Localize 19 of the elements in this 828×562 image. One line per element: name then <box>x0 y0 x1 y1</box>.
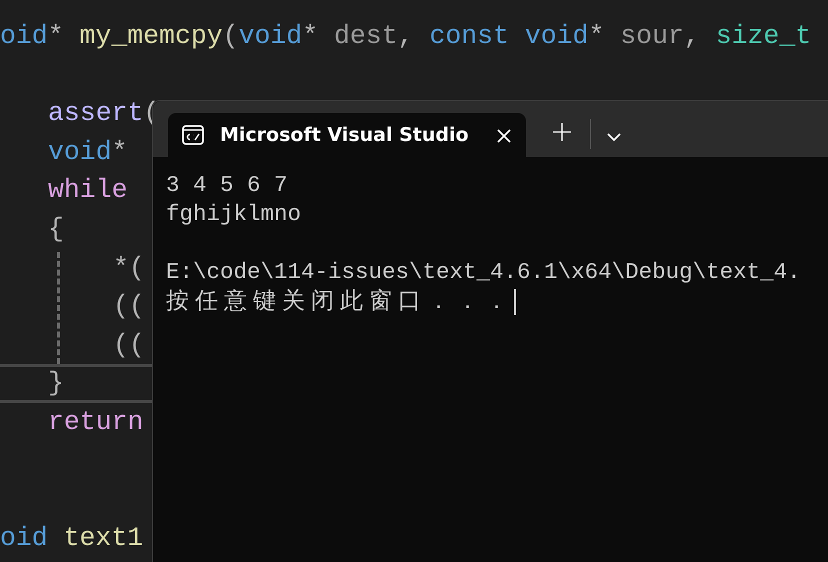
code-line: *( <box>113 252 145 285</box>
console-output-line: E:\code\114-issues\text_4.6.1\x64\Debug\text_4. <box>166 259 801 285</box>
new-tab-button[interactable]: + <box>550 117 574 146</box>
code-line: } <box>48 367 64 400</box>
terminal-tab[interactable]: Microsoft Visual Studio <box>168 113 526 157</box>
console-output-line: fghijklmno <box>166 201 302 227</box>
code-line: while <box>48 174 128 208</box>
console-output-line: 按任意键关闭此窗口．．． <box>166 288 514 314</box>
code-line: return <box>48 406 144 439</box>
code-line: (( <box>113 290 145 324</box>
tab-title: Microsoft Visual Studio <box>220 122 469 148</box>
code-line: oid text1 <box>0 522 144 555</box>
code-line: { <box>48 212 64 246</box>
text-cursor <box>514 288 516 315</box>
console-output-line: 3 4 5 6 7 <box>166 172 288 198</box>
code-line: oid* my_memcpy(void* dest, const void* sour, size_t <box>0 20 812 53</box>
code-line: void* <box>48 136 128 169</box>
console-icon <box>182 125 204 145</box>
code-line: (( <box>113 328 145 362</box>
